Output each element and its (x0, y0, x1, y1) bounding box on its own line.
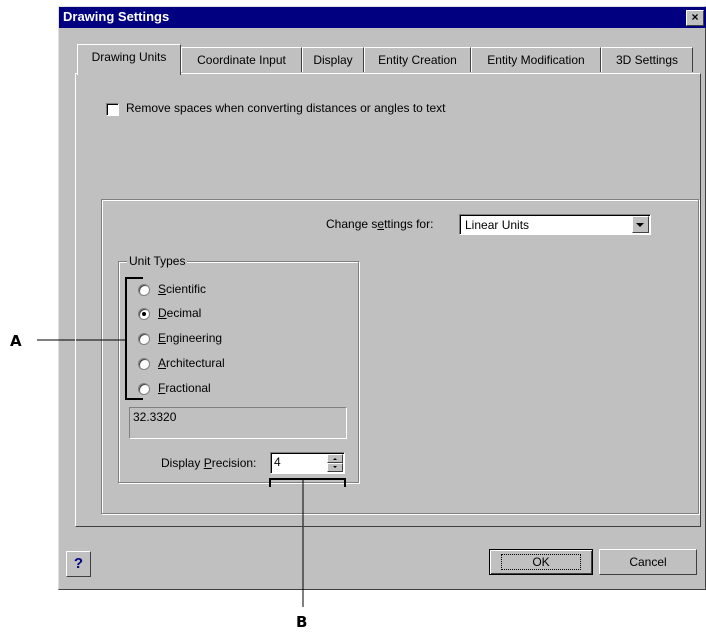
callout-a-label: A (10, 332, 22, 350)
tab-panel (75, 73, 701, 527)
tab-label: Drawing Units (91, 50, 167, 64)
callout-b-label: B (296, 613, 308, 631)
tab-drawing-units[interactable]: Drawing Units (77, 44, 181, 75)
